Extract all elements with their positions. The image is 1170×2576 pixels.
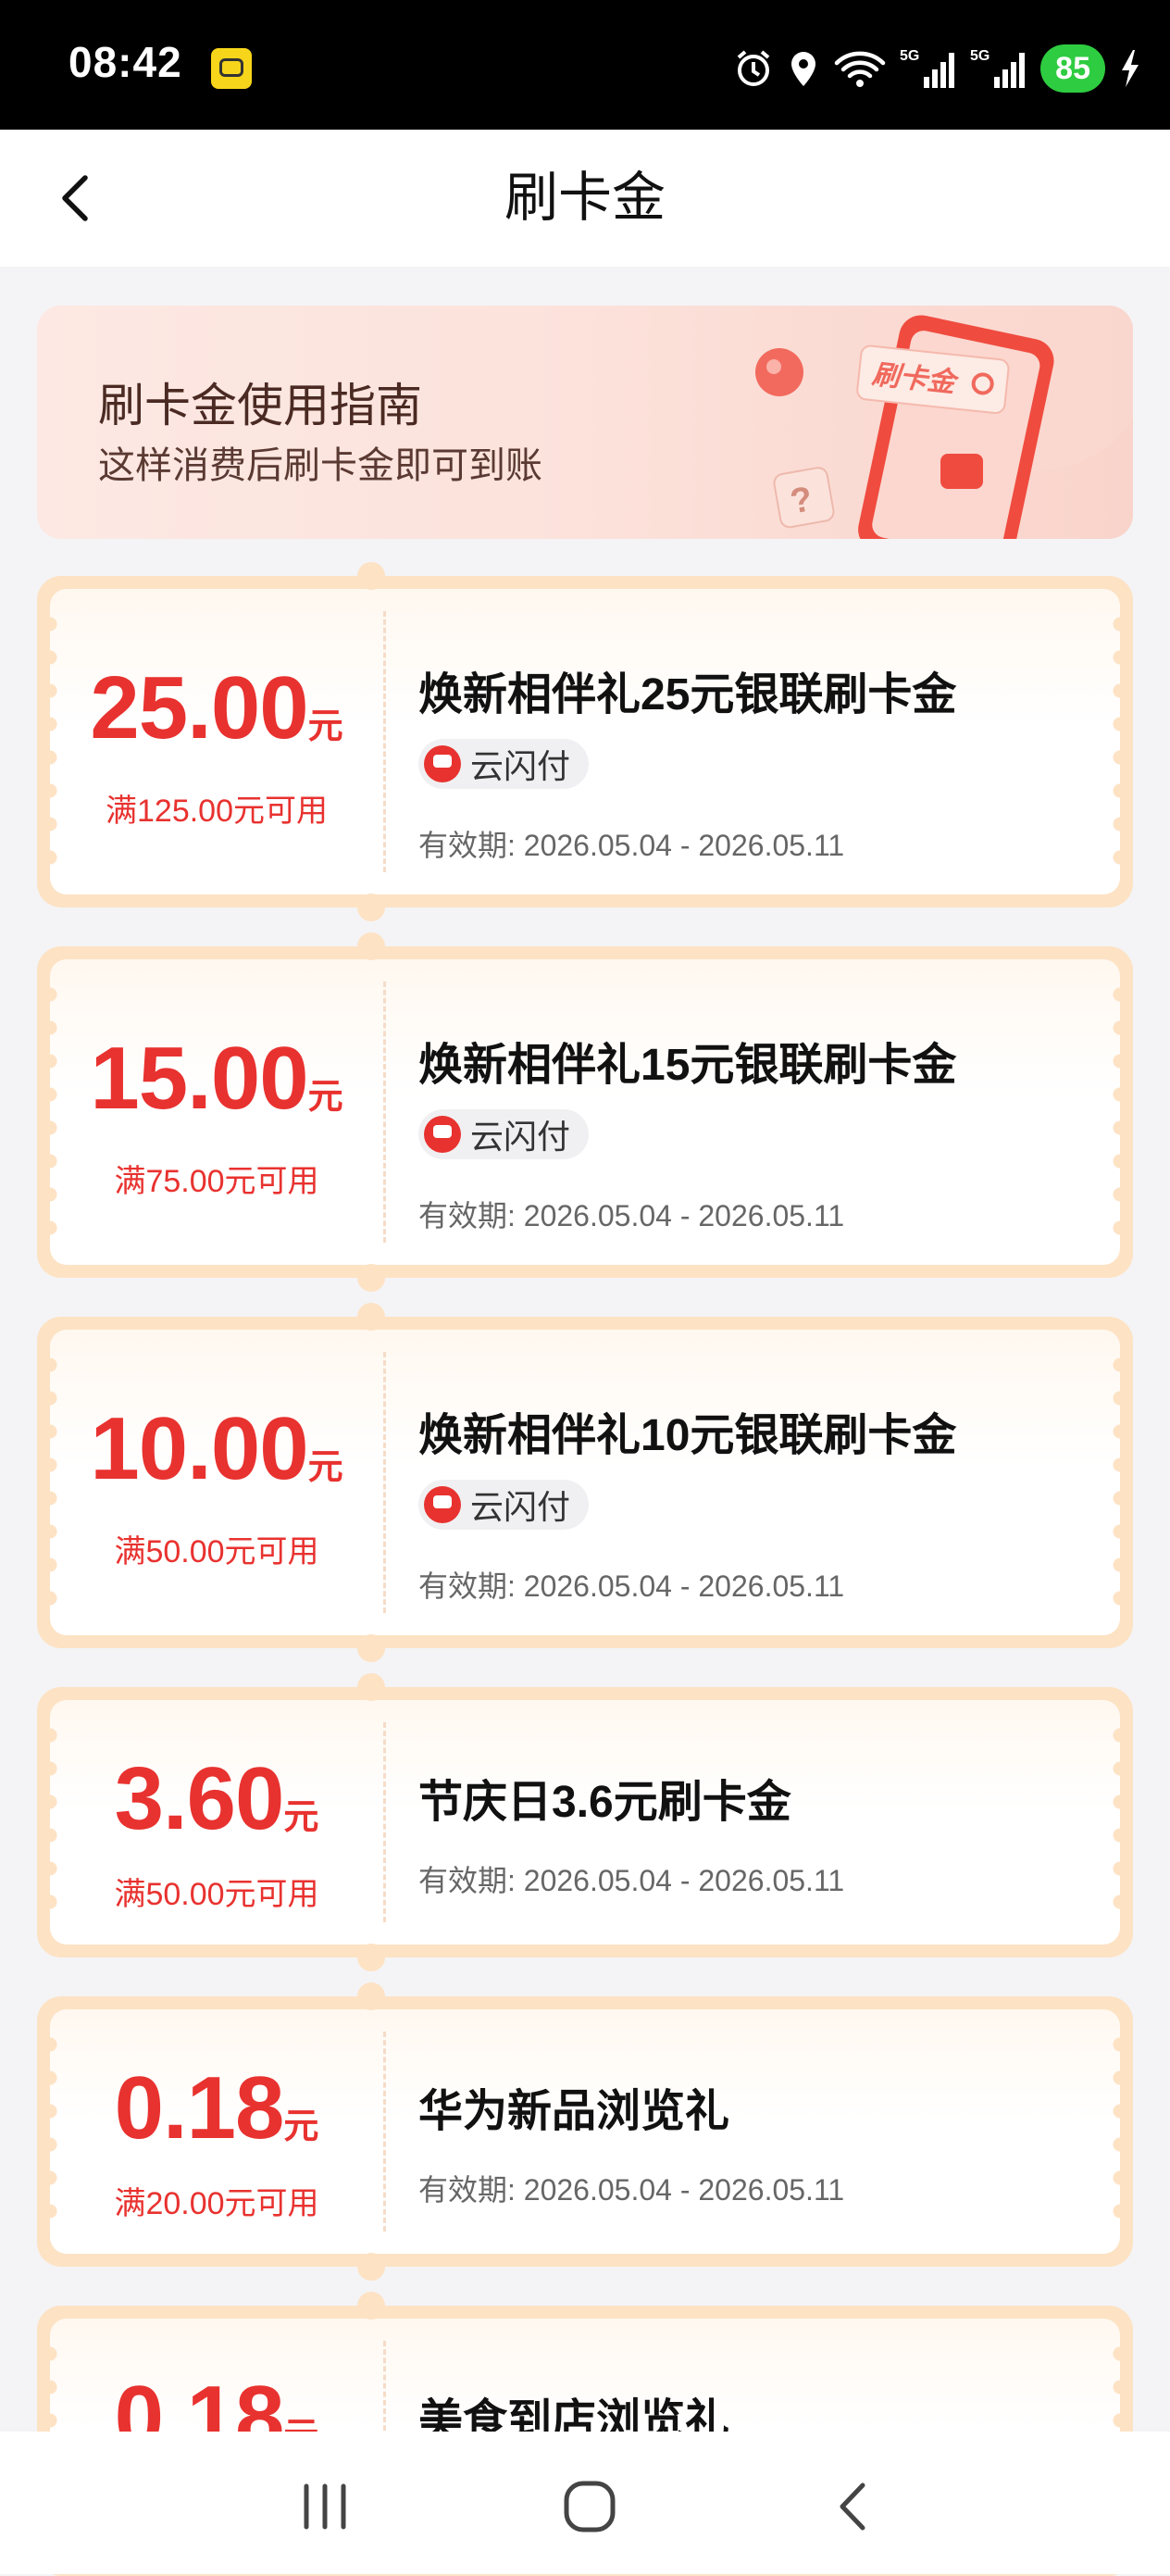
coupon-amount: 25.00元 [90, 658, 343, 757]
unionpay-quickpass-icon [424, 1486, 461, 1523]
status-icons: 5G 5G 85 [733, 43, 1142, 94]
wifi-icon [833, 48, 887, 89]
coupon-validity: 有效期: 2026.05.04 - 2026.05.11 [418, 1199, 845, 1232]
signal-5g-icon: 5G [970, 45, 1027, 92]
coupon-amount: 15.00元 [90, 1029, 343, 1128]
coupon-validity: 有效期: 2026.05.04 - 2026.05.11 [418, 2173, 845, 2207]
svg-text:5G: 5G [900, 48, 919, 64]
system-nav-bar [0, 2432, 1170, 2574]
battery-indicator: 85 [1040, 44, 1105, 93]
coupon-amount: 3.60元 [114, 1749, 319, 1848]
coupon-validity: 有效期: 2026.05.04 - 2026.05.11 [418, 1864, 845, 1897]
coupon-card[interactable]: 3.60元 满50.00元可用 节庆日3.6元刷卡金 有效期: 2026.05.… [37, 1673, 1133, 1971]
alarm-icon [733, 48, 774, 89]
coupon-card[interactable]: 15.00元 满75.00元可用 焕新相伴礼15元银联刷卡金 云闪付 有效期: … [37, 932, 1133, 1292]
coupon-condition: 满20.00元可用 [114, 2186, 319, 2221]
coupon-condition: 满125.00元可用 [106, 794, 328, 829]
coupon-title: 焕新相伴礼10元银联刷卡金 [418, 1411, 957, 1460]
coupon-condition: 满75.00元可用 [114, 1164, 319, 1199]
coupon-validity: 有效期: 2026.05.04 - 2026.05.11 [418, 829, 845, 862]
home-button[interactable] [548, 2465, 631, 2548]
coupon-condition: 满50.00元可用 [114, 1534, 319, 1569]
coupon-title: 焕新相伴礼25元银联刷卡金 [418, 670, 957, 719]
coupon-condition: 满50.00元可用 [114, 1877, 319, 1912]
coupon-title: 节庆日3.6元刷卡金 [418, 1778, 791, 1827]
status-bar: 08:42 5G 5G 85 [0, 0, 1170, 130]
usage-guide-banner[interactable]: 刷卡金使用指南 这样消费后刷卡金即可到账 刷卡金 ? [37, 306, 1133, 539]
charging-icon [1118, 48, 1142, 89]
notification-app-icon [211, 48, 252, 89]
coupon-title: 华为新品浏览礼 [418, 2087, 730, 2136]
banner-subtitle: 这样消费后刷卡金即可到账 [98, 445, 542, 486]
coupon-amount: 10.00元 [90, 1399, 343, 1498]
back-icon [840, 2482, 865, 2531]
coupon-card[interactable]: 0.18元 满20.00元可用 华为新品浏览礼 有效期: 2026.05.04 … [37, 1982, 1133, 2281]
signal-5g-icon: 5G [900, 45, 957, 92]
page-title: 刷卡金 [504, 168, 666, 228]
svg-text:5G: 5G [970, 48, 990, 64]
recent-apps-button[interactable] [283, 2465, 367, 2548]
home-icon [564, 2481, 616, 2532]
recent-apps-icon [304, 2483, 346, 2530]
coupon-card[interactable]: 10.00元 满50.00元可用 焕新相伴礼10元银联刷卡金 云闪付 有效期: … [37, 1303, 1133, 1662]
coupon-validity: 有效期: 2026.05.04 - 2026.05.11 [418, 1569, 845, 1603]
status-time: 08:42 [68, 38, 182, 86]
unionpay-quickpass-icon [424, 745, 461, 782]
nav-back-button[interactable] [813, 2465, 896, 2548]
app-header: 刷卡金 [0, 130, 1170, 267]
payment-tag: 云闪付 [418, 1109, 590, 1159]
payment-tag: 云闪付 [418, 739, 590, 789]
payment-tag: 云闪付 [418, 1480, 590, 1530]
coupon-amount: 0.18元 [114, 2058, 319, 2157]
coupon-title: 焕新相伴礼15元银联刷卡金 [418, 1041, 957, 1090]
location-icon [787, 48, 820, 89]
unionpay-quickpass-icon [424, 1116, 461, 1153]
banner-title: 刷卡金使用指南 [98, 380, 422, 431]
coupon-card[interactable]: 25.00元 满125.00元可用 焕新相伴礼25元银联刷卡金 云闪付 有效期:… [37, 562, 1133, 921]
phone-illustration-icon: 刷卡金 ? [755, 306, 1133, 539]
